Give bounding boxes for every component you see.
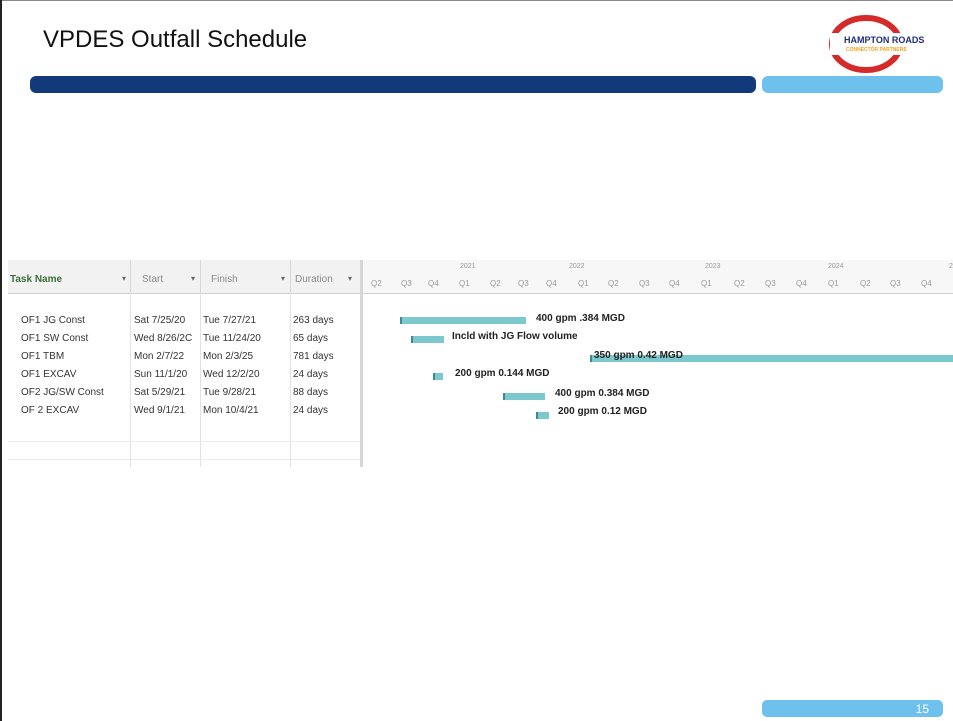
timescale-quarter: Q4 bbox=[428, 279, 439, 288]
slide-left-border bbox=[0, 0, 2, 721]
task-finish: Tue 7/27/21 bbox=[203, 315, 257, 326]
gantt-bar-label: 400 gpm 0.384 MGD bbox=[555, 388, 650, 399]
table-row[interactable]: OF 2 EXCAV Wed 9/1/21 Mon 10/4/21 24 day… bbox=[8, 402, 360, 420]
task-name: OF1 TBM bbox=[21, 351, 65, 362]
task-start: Wed 9/1/21 bbox=[134, 405, 185, 416]
table-empty-row-line bbox=[8, 441, 360, 442]
table-row[interactable]: OF1 SW Const Wed 8/26/2C Tue 11/24/20 65… bbox=[8, 330, 360, 348]
duration-filter-dropdown-icon[interactable]: ▾ bbox=[348, 274, 352, 283]
task-table-header: Task Name ▾ Start ▾ Finish ▾ Duration ▾ bbox=[8, 260, 360, 294]
timescale-quarter: Q1 bbox=[578, 279, 589, 288]
task-finish: Tue 9/28/21 bbox=[203, 387, 257, 398]
gantt-bar-label: 400 gpm .384 MGD bbox=[536, 313, 625, 324]
slide-title: VPDES Outfall Schedule bbox=[43, 26, 308, 53]
gantt-bar-label: 200 gpm 0.144 MGD bbox=[455, 368, 550, 379]
finish-filter-dropdown-icon[interactable]: ▾ bbox=[281, 274, 285, 283]
table-row[interactable]: OF1 TBM Mon 2/7/22 Mon 2/3/25 781 days bbox=[8, 348, 360, 366]
task-name: OF1 SW Const bbox=[21, 333, 89, 344]
task-finish: Tue 11/24/20 bbox=[203, 333, 261, 344]
gantt-timescale: 2021 2022 2023 2024 2 Q2 Q3 Q4 Q1 Q2 Q3 … bbox=[363, 260, 953, 294]
page-number-bar: 15 bbox=[762, 700, 943, 717]
gantt-bar-of2-jg-sw-const[interactable] bbox=[503, 393, 545, 400]
task-table: Task Name ▾ Start ▾ Finish ▾ Duration ▾ … bbox=[8, 260, 360, 467]
column-header-duration[interactable]: Duration bbox=[295, 274, 333, 285]
table-row[interactable]: OF1 EXCAV Sun 11/1/20 Wed 12/2/20 24 day… bbox=[8, 366, 360, 384]
timescale-quarter: Q2 bbox=[371, 279, 382, 288]
timescale-quarter: Q2 bbox=[490, 279, 501, 288]
task-start: Sun 11/1/20 bbox=[134, 369, 188, 380]
task-start: Sat 7/25/20 bbox=[134, 315, 186, 326]
slide-top-border bbox=[0, 0, 953, 1]
task-duration: 263 days bbox=[293, 315, 334, 326]
timescale-year: 2024 bbox=[828, 263, 844, 270]
timescale-year: 2 bbox=[949, 263, 953, 270]
timescale-quarter: Q3 bbox=[518, 279, 529, 288]
timescale-quarter: Q1 bbox=[701, 279, 712, 288]
task-start: Wed 8/26/2C bbox=[134, 333, 193, 344]
column-header-start[interactable]: Start bbox=[142, 274, 163, 285]
timescale-year: 2021 bbox=[460, 263, 476, 270]
table-row[interactable]: OF1 JG Const Sat 7/25/20 Tue 7/27/21 263… bbox=[8, 312, 360, 330]
task-name: OF 2 EXCAV bbox=[21, 405, 80, 416]
timescale-quarter: Q4 bbox=[796, 279, 807, 288]
timescale-quarter: Q4 bbox=[921, 279, 932, 288]
header-divider bbox=[130, 260, 131, 293]
timescale-year: 2022 bbox=[569, 263, 585, 270]
task-duration: 65 days bbox=[293, 333, 329, 344]
start-filter-dropdown-icon[interactable]: ▾ bbox=[191, 274, 195, 283]
task-duration: 24 days bbox=[293, 369, 329, 380]
gantt-bar-of1-jg-const[interactable] bbox=[400, 317, 526, 324]
timescale-quarter: Q1 bbox=[828, 279, 839, 288]
gantt-bar-of1-excav[interactable] bbox=[433, 373, 443, 380]
column-header-finish[interactable]: Finish bbox=[211, 274, 238, 285]
timescale-quarter: Q3 bbox=[890, 279, 901, 288]
task-duration: 781 days bbox=[293, 351, 334, 362]
gantt-bar-of2-excav[interactable] bbox=[536, 412, 549, 419]
header-divider bbox=[290, 260, 291, 293]
task-finish: Mon 10/4/21 bbox=[203, 405, 259, 416]
timescale-year: 2023 bbox=[705, 263, 721, 270]
gantt-bar-label: Incld with JG Flow volume bbox=[452, 331, 578, 342]
task-name: OF2 JG/SW Const bbox=[21, 387, 104, 398]
task-start: Sat 5/29/21 bbox=[134, 387, 186, 398]
timescale-quarter: Q2 bbox=[860, 279, 871, 288]
page-number: 15 bbox=[915, 702, 929, 716]
header-bar-light bbox=[762, 76, 943, 93]
task-finish: Wed 12/2/20 bbox=[203, 369, 260, 380]
task-name: OF1 JG Const bbox=[21, 315, 85, 326]
gantt-bar-of1-sw-const[interactable] bbox=[411, 336, 444, 343]
timescale-quarter: Q3 bbox=[765, 279, 776, 288]
gantt-bar-label: 200 gpm 0.12 MGD bbox=[558, 406, 647, 417]
header-divider bbox=[200, 260, 201, 293]
gantt-chart: 2021 2022 2023 2024 2 Q2 Q3 Q4 Q1 Q2 Q3 … bbox=[360, 260, 953, 467]
hampton-roads-logo: HAMPTON ROADS CONNECTOR PARTNERS bbox=[829, 15, 930, 73]
timescale-quarter: Q4 bbox=[669, 279, 680, 288]
timescale-quarter: Q1 bbox=[459, 279, 470, 288]
task-duration: 24 days bbox=[293, 405, 329, 416]
gantt-bar-label: 350 gpm 0.42 MGD bbox=[594, 350, 683, 361]
table-row[interactable]: OF2 JG/SW Const Sat 5/29/21 Tue 9/28/21 … bbox=[8, 384, 360, 402]
task-duration: 88 days bbox=[293, 387, 329, 398]
task-finish: Mon 2/3/25 bbox=[203, 351, 254, 362]
timescale-quarter: Q3 bbox=[401, 279, 412, 288]
svg-text:CONNECTOR PARTNERS: CONNECTOR PARTNERS bbox=[846, 47, 907, 53]
column-header-task-name[interactable]: Task Name bbox=[10, 274, 62, 285]
task-filter-dropdown-icon[interactable]: ▾ bbox=[122, 274, 126, 283]
svg-text:HAMPTON ROADS: HAMPTON ROADS bbox=[844, 35, 924, 45]
timescale-quarter: Q4 bbox=[546, 279, 557, 288]
task-name: OF1 EXCAV bbox=[21, 369, 77, 380]
timescale-quarter: Q2 bbox=[608, 279, 619, 288]
table-empty-row-line bbox=[8, 459, 360, 460]
header-bar-dark bbox=[30, 76, 756, 93]
timescale-quarter: Q3 bbox=[639, 279, 650, 288]
timescale-quarter: Q2 bbox=[734, 279, 745, 288]
task-start: Mon 2/7/22 bbox=[134, 351, 185, 362]
